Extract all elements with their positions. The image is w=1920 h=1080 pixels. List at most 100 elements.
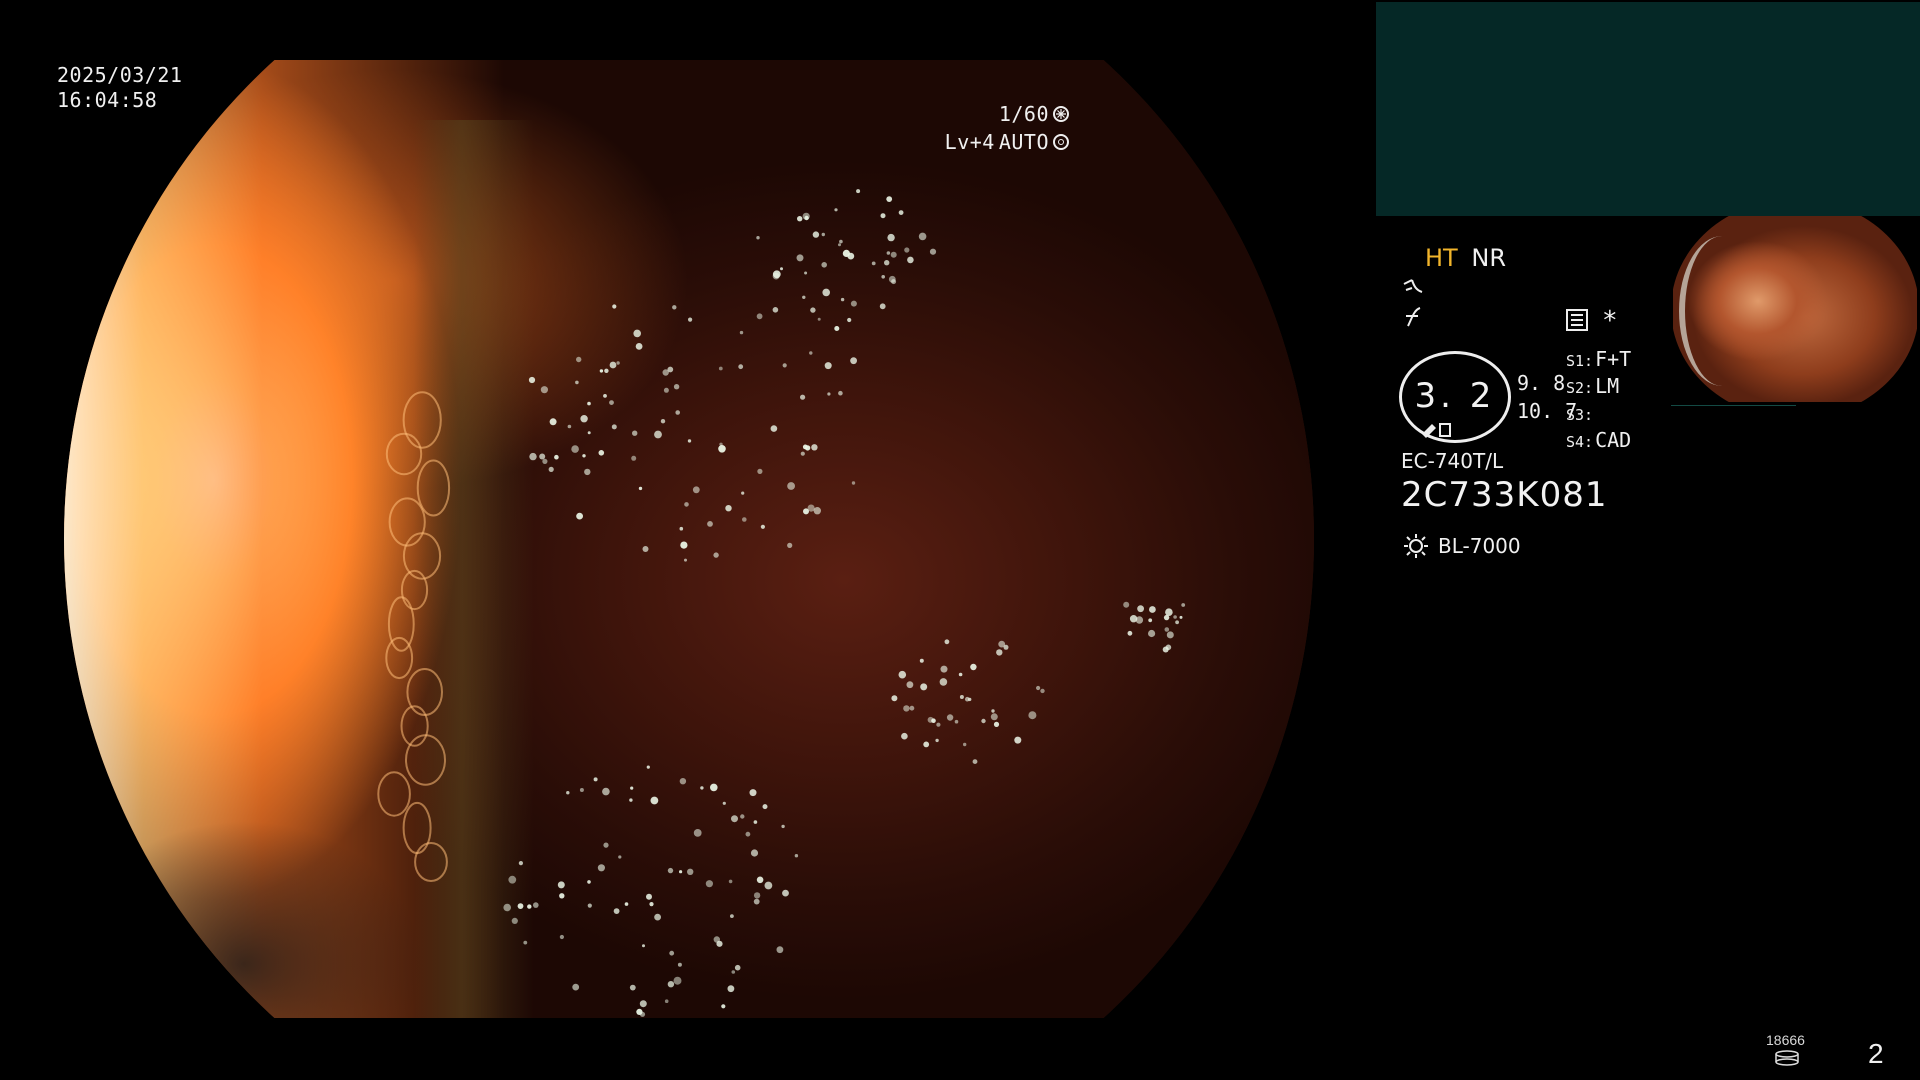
bubble xyxy=(749,789,757,797)
bubble xyxy=(725,505,732,512)
bubble xyxy=(1014,736,1022,744)
bubble xyxy=(654,913,661,921)
bubble xyxy=(663,387,669,393)
bubble xyxy=(575,380,579,385)
curve-icon xyxy=(1402,276,1426,298)
bubble xyxy=(1179,615,1183,619)
bubble xyxy=(813,507,821,515)
bubble xyxy=(629,798,633,802)
bubble xyxy=(609,361,617,369)
bubble xyxy=(1173,615,1177,619)
bubble xyxy=(760,524,766,529)
bubble xyxy=(906,681,914,689)
bubble xyxy=(1162,646,1169,653)
thumbnail-image xyxy=(1673,216,1917,402)
bubble xyxy=(891,695,898,702)
bubble xyxy=(981,718,986,724)
bubble xyxy=(756,876,764,884)
bubble xyxy=(669,950,675,956)
bubble xyxy=(722,801,726,805)
switch-assignments: S1: F+T S2: LM S3: S4: CAD xyxy=(1566,347,1631,455)
thumbnail-ring xyxy=(1679,236,1765,386)
bubble xyxy=(738,364,744,370)
bubble xyxy=(884,260,890,266)
bubble xyxy=(800,451,805,456)
captured-thumbnail[interactable] xyxy=(1671,216,1917,406)
bubble xyxy=(741,491,745,495)
bubble xyxy=(598,450,605,456)
bubble xyxy=(787,482,795,490)
bubble xyxy=(901,732,908,740)
bubble xyxy=(1165,608,1173,616)
bubble xyxy=(847,252,855,260)
bubble xyxy=(1040,688,1045,694)
bubble xyxy=(1135,616,1144,624)
info-box xyxy=(1376,2,1920,216)
bubble xyxy=(745,831,751,837)
level-label: Lv+4 xyxy=(944,129,995,154)
bubble xyxy=(599,369,604,373)
bubble xyxy=(629,984,636,991)
bubble xyxy=(1123,601,1130,608)
bubble xyxy=(811,444,818,451)
bubble xyxy=(840,297,845,302)
settings-list-icon xyxy=(1566,309,1588,331)
mode-label: AUTO xyxy=(998,129,1049,154)
bubble xyxy=(638,486,643,491)
bubble xyxy=(909,705,915,711)
bubble xyxy=(850,300,857,307)
bubble xyxy=(776,946,784,954)
bubble xyxy=(970,663,977,671)
mode-ht-label: HT xyxy=(1425,244,1458,272)
bubble xyxy=(587,880,591,884)
bubble xyxy=(753,820,758,824)
bubble xyxy=(557,881,565,889)
bubble xyxy=(904,247,910,253)
bubble xyxy=(886,196,893,203)
bubble xyxy=(794,854,799,858)
bubble xyxy=(662,369,669,376)
shutter-label: 1/60 xyxy=(998,101,1049,126)
fold-bubble xyxy=(402,391,442,449)
scope-serial-label: 2C733K081 xyxy=(1401,475,1608,515)
bubble xyxy=(727,985,735,993)
fold-bubble xyxy=(377,771,411,817)
bubble xyxy=(571,445,579,453)
bubble xyxy=(927,716,934,723)
dial-value: 3. 2 xyxy=(1414,376,1496,416)
bubble xyxy=(529,452,537,461)
switch-row-2: S2: LM xyxy=(1566,374,1620,398)
bubble xyxy=(753,898,760,905)
bubble xyxy=(886,251,891,255)
bubble xyxy=(821,262,827,268)
bubble xyxy=(881,275,885,279)
bubble xyxy=(718,366,723,371)
bubble xyxy=(972,759,978,764)
endoscopy-screen: 2025/03/21 16:04:58 1/60 Lv+4 AUTO HT NR xyxy=(0,0,1920,1080)
bubble xyxy=(579,788,584,792)
bubble xyxy=(780,267,783,271)
bubble xyxy=(918,232,927,241)
bubble xyxy=(800,394,806,400)
bubble xyxy=(990,713,998,721)
bubble xyxy=(503,903,512,912)
bubble xyxy=(887,233,895,242)
bubble xyxy=(770,425,778,432)
bubble xyxy=(821,232,825,237)
dial-marker-icon xyxy=(1422,423,1451,438)
bubble xyxy=(802,444,808,450)
bubble xyxy=(802,295,806,299)
bubble xyxy=(707,521,713,527)
bubble xyxy=(523,940,528,945)
bubble xyxy=(802,212,810,220)
bubble xyxy=(719,442,723,446)
bubble xyxy=(684,558,687,562)
bubble xyxy=(527,904,532,909)
bubble xyxy=(1137,605,1144,613)
bubble xyxy=(772,272,780,280)
bubble xyxy=(991,709,995,713)
bubble xyxy=(1028,711,1037,720)
bubble xyxy=(920,683,928,691)
bubble xyxy=(834,208,838,212)
bubble xyxy=(710,783,718,792)
